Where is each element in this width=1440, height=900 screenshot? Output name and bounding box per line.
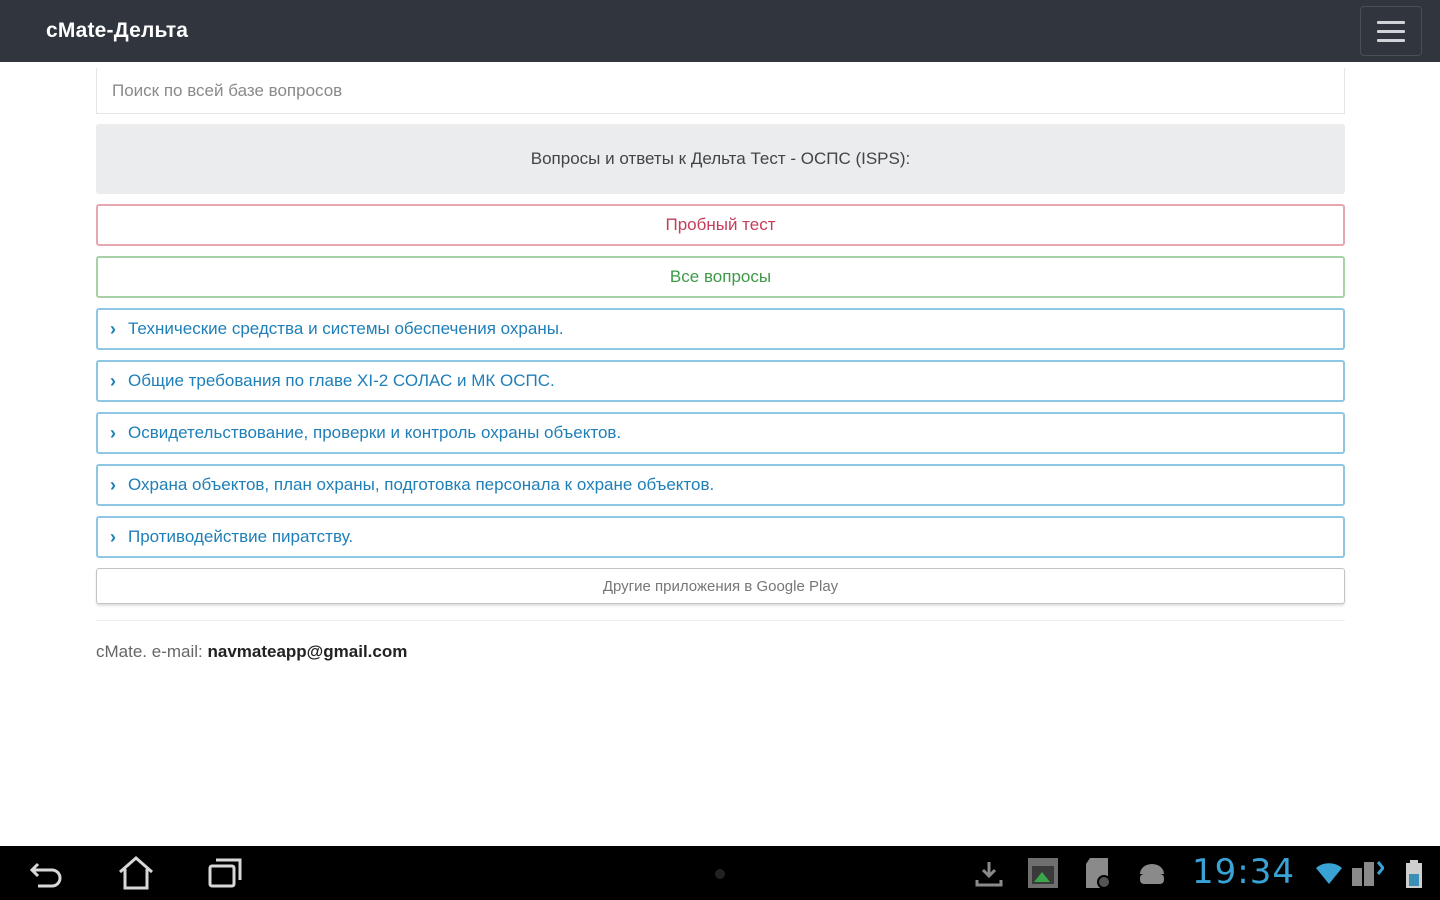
chevron-right-icon: › — [110, 318, 116, 339]
wifi-icon — [1314, 860, 1344, 886]
topic-label: Противодействие пиратству. — [128, 527, 354, 546]
other-apps-button[interactable]: Другие приложения в Google Play — [96, 568, 1345, 604]
recent-apps-icon[interactable] — [206, 856, 246, 890]
menu-bar-icon — [1377, 38, 1405, 42]
search-input[interactable] — [96, 68, 1345, 114]
topic-item[interactable]: › Противодействие пиратству. — [96, 516, 1345, 558]
home-icon[interactable] — [116, 854, 156, 892]
menu-bar-icon — [1377, 29, 1405, 33]
download-icon — [974, 858, 1004, 888]
system-navigation-bar: 19:34 — [0, 846, 1440, 900]
chevron-right-icon: › — [110, 474, 116, 495]
sd-card-icon — [1082, 856, 1114, 890]
app-title[interactable]: cMate-Дельта — [46, 19, 188, 43]
divider — [96, 620, 1345, 621]
chevron-right-icon: › — [110, 422, 116, 443]
android-icon — [1136, 860, 1168, 886]
topic-label: Охрана объектов, план охраны, подготовка… — [128, 475, 715, 494]
battery-icon — [1404, 858, 1424, 890]
chevron-right-icon: › — [110, 370, 116, 391]
clock: 19:34 — [1192, 852, 1295, 892]
all-questions-button[interactable]: Все вопросы — [96, 256, 1345, 298]
topic-label: Технические средства и системы обеспечен… — [128, 319, 564, 338]
menu-bar-icon — [1377, 20, 1405, 24]
dot-indicator-icon — [714, 868, 726, 880]
gallery-icon — [1026, 856, 1060, 890]
chevron-right-icon: › — [110, 526, 116, 547]
hamburger-menu-button[interactable] — [1360, 6, 1422, 56]
section-header: Вопросы и ответы к Дельта Тест - ОСПС (I… — [96, 124, 1345, 194]
footer-prefix: cMate. e-mail: — [96, 642, 208, 661]
topic-item[interactable]: › Технические средства и системы обеспеч… — [96, 308, 1345, 350]
top-navbar: cMate-Дельта — [0, 0, 1440, 62]
back-icon[interactable] — [26, 856, 66, 890]
topic-label: Общие требования по главе XI-2 СОЛАС и М… — [128, 371, 555, 390]
topic-item[interactable]: › Освидетельствование, проверки и контро… — [96, 412, 1345, 454]
topic-label: Освидетельствование, проверки и контроль… — [128, 423, 622, 442]
topic-item[interactable]: › Общие требования по главе XI-2 СОЛАС и… — [96, 360, 1345, 402]
footer-email-link[interactable]: navmateapp@gmail.com — [207, 642, 407, 661]
signal-icon — [1350, 858, 1384, 888]
footer: cMate. e-mail: navmateapp@gmail.com — [96, 642, 407, 662]
trial-test-button[interactable]: Пробный тест — [96, 204, 1345, 246]
topic-item[interactable]: › Охрана объектов, план охраны, подготов… — [96, 464, 1345, 506]
